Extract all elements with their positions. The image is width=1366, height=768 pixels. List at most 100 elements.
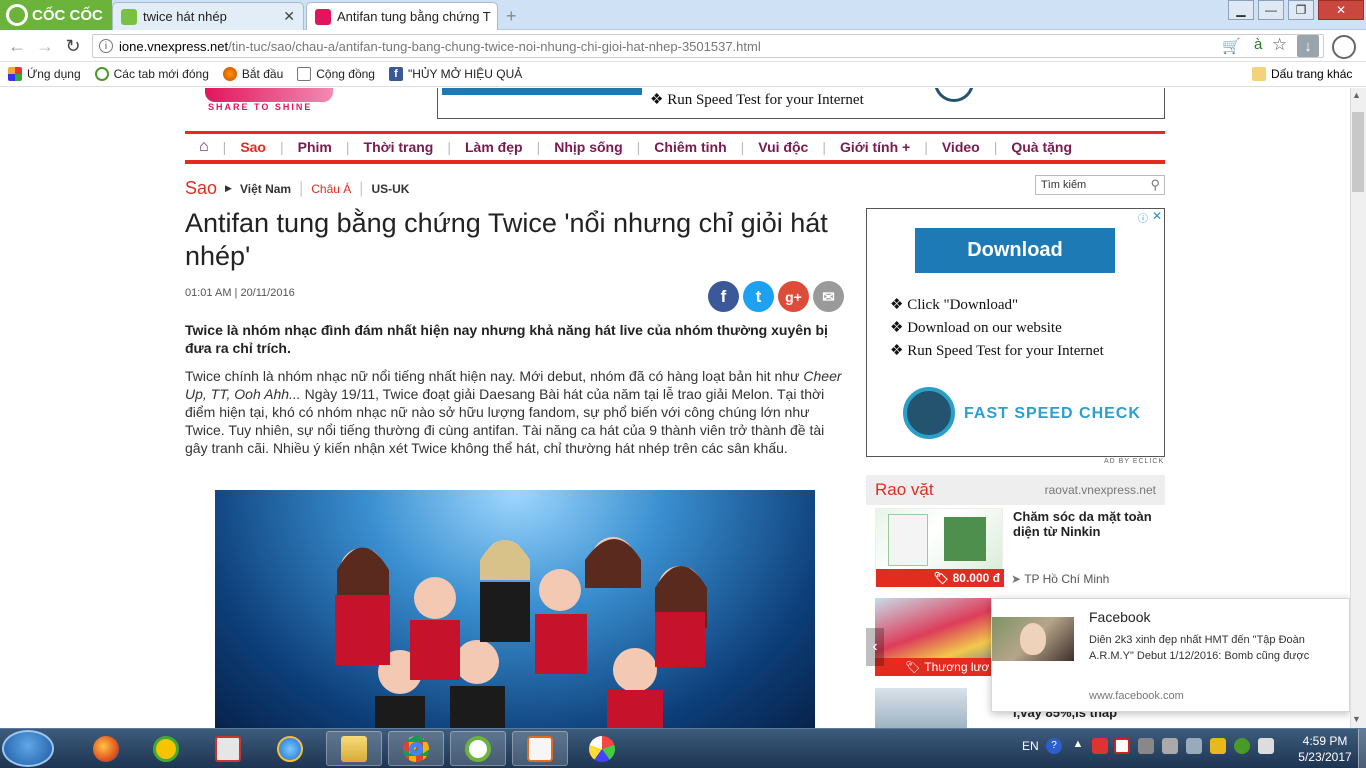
scrollbar-thumb[interactable] bbox=[1352, 112, 1364, 192]
show-hidden-icons[interactable]: ▲ bbox=[1070, 738, 1086, 754]
reload-icon[interactable]: ↻ bbox=[62, 35, 84, 57]
classified-item1-image[interactable]: 🏷 80.000 đ bbox=[875, 508, 1004, 587]
clock-date: 5/23/2017 bbox=[1298, 750, 1352, 764]
classified-item3-image[interactable] bbox=[875, 688, 967, 728]
classifieds-source[interactable]: raovat.vnexpress.net bbox=[1045, 483, 1156, 497]
sidebar-ad[interactable]: ⓘ ✕ Download ❖ Click "Download" ❖ Downlo… bbox=[866, 208, 1165, 457]
flag-tray-icon[interactable] bbox=[1258, 738, 1274, 754]
close-tab-icon[interactable]: ✕ bbox=[497, 8, 498, 25]
twitter-share-icon[interactable]: t bbox=[743, 281, 774, 312]
search-icon[interactable]: ⚲ bbox=[1150, 177, 1160, 193]
tab-antifan-article[interactable]: Antifan tung bằng chứng T ✕ bbox=[306, 2, 498, 30]
site-search-input[interactable]: Tìm kiếm ⚲ bbox=[1035, 175, 1165, 195]
bookmark-label: Ứng dụng bbox=[27, 67, 81, 81]
profile-icon[interactable] bbox=[1332, 35, 1356, 59]
classified-item2-image[interactable]: 🏷 Thương lươ bbox=[875, 598, 992, 676]
taskbar-paint[interactable] bbox=[574, 731, 630, 766]
taskbar-app-plus[interactable] bbox=[138, 731, 194, 766]
shopping-cart-icon[interactable]: 🛒 bbox=[1222, 37, 1241, 55]
bookmark-apps[interactable]: Ứng dụng bbox=[8, 67, 81, 81]
tag-icon: 🏷 bbox=[933, 571, 949, 585]
coccoc-logo-icon bbox=[6, 4, 28, 26]
ad-download-button[interactable]: Download bbox=[915, 228, 1115, 273]
notification-source: Facebook bbox=[1089, 609, 1151, 625]
info-icon[interactable]: i bbox=[99, 39, 113, 53]
scroll-down-arrow-icon[interactable]: ▼ bbox=[1352, 714, 1361, 724]
home-icon[interactable]: ⌂ bbox=[199, 138, 209, 156]
ad-feature-list: ❖ Click "Download" ❖ Download on our web… bbox=[890, 294, 1104, 363]
carousel-prev-button[interactable]: ‹ bbox=[866, 628, 884, 666]
show-desktop-button[interactable] bbox=[1358, 729, 1366, 768]
facebook-icon: f bbox=[388, 67, 403, 81]
nav-sao[interactable]: Sao bbox=[240, 139, 266, 155]
network-icon[interactable] bbox=[1186, 738, 1202, 754]
subsection-viet-nam[interactable]: Việt Nam bbox=[240, 182, 291, 196]
email-share-icon[interactable]: ✉ bbox=[813, 281, 844, 312]
subsection-us-uk[interactable]: US-UK bbox=[371, 182, 409, 196]
unikey-tray-icon[interactable] bbox=[1114, 738, 1130, 754]
article-title: Antifan tung bằng chứng Twice 'nổi nhưng… bbox=[185, 208, 828, 271]
bookmark-community[interactable]: Cộng đồng bbox=[297, 67, 375, 81]
nav-nhip-song[interactable]: Nhịp sống bbox=[554, 139, 622, 155]
nav-gioi-tinh[interactable]: Giới tính + bbox=[840, 139, 910, 155]
antivirus-icon[interactable] bbox=[1092, 738, 1108, 754]
bookmark-facebook[interactable]: f "HỦY MỞ HIỆU QUẢ bbox=[388, 67, 522, 81]
minimize-button[interactable]: — bbox=[1258, 0, 1284, 20]
nav-chiem-tinh[interactable]: Chiêm tinh bbox=[654, 139, 726, 155]
adchoices-icon[interactable]: ⓘ bbox=[1138, 210, 1148, 225]
nav-vui-doc[interactable]: Vui độc bbox=[758, 139, 808, 155]
forward-icon[interactable]: → bbox=[34, 35, 56, 57]
desktop-notification[interactable]: Facebook Diên 2k3 xinh đẹp nhất HMT đến … bbox=[991, 598, 1350, 712]
user-menu-icon[interactable]: ▁ bbox=[1228, 0, 1254, 20]
ad-line: ❖ Download on our website bbox=[890, 320, 1062, 336]
address-bar[interactable]: i ione.vnexpress.net/tin-tuc/sao/chau-a/… bbox=[92, 34, 1324, 58]
back-icon[interactable]: ← bbox=[6, 35, 28, 57]
start-button[interactable] bbox=[2, 730, 54, 767]
mail-tray-icon[interactable] bbox=[1138, 738, 1154, 754]
taskbar-internet-explorer[interactable] bbox=[262, 731, 318, 766]
vpn-tray-icon[interactable] bbox=[1210, 738, 1226, 754]
nav-qua-tang[interactable]: Quà tặng bbox=[1011, 139, 1072, 155]
taskbar-media-player[interactable] bbox=[512, 731, 568, 766]
other-bookmarks[interactable]: Dấu trang khác bbox=[1252, 67, 1352, 81]
nav-lam-dep[interactable]: Làm đẹp bbox=[465, 139, 523, 155]
browser-brand-menu[interactable]: CỐC CỐC bbox=[0, 0, 112, 30]
ione-logo[interactable] bbox=[205, 88, 333, 102]
top-ad-banner[interactable]: ❖ Run Speed Test for your Internet bbox=[437, 88, 1165, 119]
scroll-up-arrow-icon[interactable]: ▲ bbox=[1352, 90, 1361, 100]
classified-item1-title[interactable]: Chăm sóc da mặt toàn diện từ Ninkin bbox=[1013, 509, 1163, 539]
nav-phim[interactable]: Phim bbox=[298, 139, 332, 155]
taskbar-firefox[interactable] bbox=[78, 731, 134, 766]
download-icon[interactable]: ↓ bbox=[1297, 35, 1319, 57]
google-plus-share-icon[interactable]: g+ bbox=[778, 281, 809, 312]
close-tab-icon[interactable]: ✕ bbox=[283, 8, 295, 25]
language-indicator[interactable]: EN bbox=[1022, 739, 1039, 753]
coccoc-tray-icon[interactable] bbox=[1234, 738, 1250, 754]
close-window-button[interactable]: ✕ bbox=[1318, 0, 1364, 20]
close-ad-icon[interactable]: ✕ bbox=[1152, 209, 1162, 223]
taskbar-unikey[interactable] bbox=[200, 731, 256, 766]
tab-twice-hat-nhep[interactable]: twice hát nhép ✕ bbox=[112, 2, 304, 30]
nav-video[interactable]: Video bbox=[942, 139, 980, 155]
article-photo[interactable] bbox=[215, 490, 815, 728]
subsection-chau-a[interactable]: Châu Á bbox=[311, 182, 351, 196]
bookmark-star-icon[interactable]: ☆ bbox=[1272, 35, 1287, 55]
bookmark-getting-started[interactable]: Bắt đầu bbox=[222, 67, 283, 81]
classifieds-title[interactable]: Rao vặt bbox=[875, 480, 934, 500]
language-indicator[interactable]: à bbox=[1254, 36, 1262, 53]
section-title[interactable]: Sao bbox=[185, 178, 217, 199]
nav-thoi-trang[interactable]: Thời trang bbox=[364, 139, 434, 155]
taskbar-file-explorer[interactable] bbox=[326, 731, 382, 766]
price-value: 80.000 đ bbox=[952, 571, 1000, 585]
facebook-share-icon[interactable]: f bbox=[708, 281, 739, 312]
taskbar-coccoc[interactable] bbox=[450, 731, 506, 766]
main-navigation: ⌂ | Sao | Phim | Thời trang | Làm đẹp | Nhịp … bbox=[185, 131, 1165, 164]
taskbar-chrome[interactable] bbox=[388, 731, 444, 766]
system-clock[interactable]: 4:59 PM 5/23/2017 bbox=[1290, 733, 1360, 765]
ad-brand: FAST SPEED CHECK bbox=[964, 405, 1141, 422]
maximize-button[interactable]: ❐ bbox=[1288, 0, 1314, 20]
new-tab-button[interactable]: + bbox=[506, 6, 517, 27]
bookmark-recent-tabs[interactable]: Các tab mới đóng bbox=[94, 67, 209, 81]
volume-icon[interactable] bbox=[1162, 738, 1178, 754]
help-icon[interactable]: ? bbox=[1046, 738, 1062, 754]
